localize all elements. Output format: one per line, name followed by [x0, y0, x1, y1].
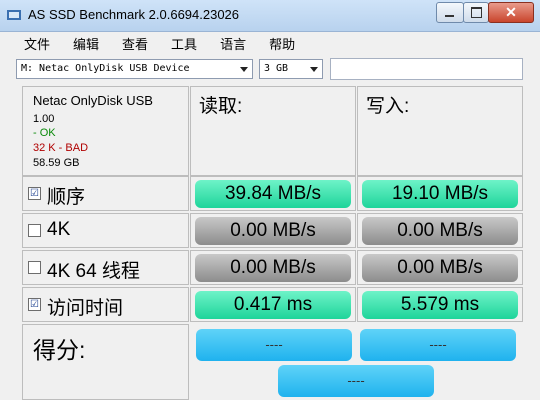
- 4k64-write-cell: 0.00 MB/s: [357, 250, 523, 285]
- seq-label: 顺序: [47, 187, 86, 208]
- score-total: ----: [278, 365, 434, 397]
- test-row-seq: ☑ 顺序: [22, 176, 189, 211]
- 4k64-label: 4K 64 线程: [47, 261, 140, 282]
- 4k-write-value: 0.00 MB/s: [362, 217, 518, 245]
- 4k64-write-value: 0.00 MB/s: [362, 254, 518, 282]
- seq-write-cell: 19.10 MB/s: [357, 176, 523, 211]
- minimize-button[interactable]: [436, 2, 464, 23]
- score-label: 得分:: [33, 337, 86, 363]
- 4k-read-value: 0.00 MB/s: [195, 217, 351, 245]
- seq-read-value: 39.84 MB/s: [195, 180, 351, 208]
- menu-edit[interactable]: 编辑: [66, 34, 106, 53]
- device-status-ok: - OK: [33, 127, 56, 139]
- write-column-header: 写入:: [357, 86, 523, 176]
- write-header: 写入:: [366, 96, 410, 117]
- 4k64-read-cell: 0.00 MB/s: [190, 250, 356, 285]
- device-version: 1.00: [33, 113, 55, 125]
- test-row-access: ☑ 访问时间: [22, 287, 189, 322]
- read-header: 读取:: [199, 96, 243, 117]
- as-ssd-window: AS SSD Benchmark 2.0.6694.23026 ✕ 文件 编辑 …: [0, 0, 540, 400]
- menu-view[interactable]: 查看: [115, 34, 155, 53]
- 4k-write-cell: 0.00 MB/s: [357, 213, 523, 248]
- title-bar: AS SSD Benchmark 2.0.6694.23026 ✕: [0, 0, 540, 32]
- device-capacity: 58.59 GB: [33, 157, 80, 169]
- 4k-read-cell: 0.00 MB/s: [190, 213, 356, 248]
- access-read-value: 0.417 ms: [195, 291, 351, 319]
- test-row-4k: 4K: [22, 213, 189, 248]
- minimize-icon: [445, 15, 454, 17]
- maximize-button[interactable]: [463, 2, 489, 23]
- drive-select-value: M: Netac OnlyDisk USB Device: [21, 63, 190, 74]
- access-write-value: 5.579 ms: [362, 291, 518, 319]
- close-icon: ✕: [505, 4, 517, 20]
- 4k64-checkbox[interactable]: [28, 261, 41, 274]
- read-column-header: 读取:: [190, 86, 356, 176]
- menu-bar: 文件 编辑 查看 工具 语言 帮助: [0, 32, 540, 54]
- device-info-panel: Netac OnlyDisk USB 1.00 - OK 32 K - BAD …: [22, 86, 189, 176]
- app-icon: [7, 10, 21, 20]
- device-alignment: 32 K - BAD: [33, 142, 89, 154]
- menu-tools[interactable]: 工具: [164, 34, 204, 53]
- chevron-down-icon: [310, 67, 318, 72]
- 4k-checkbox[interactable]: [28, 224, 41, 237]
- test-row-4k64: 4K 64 线程: [22, 250, 189, 285]
- access-checkbox[interactable]: ☑: [28, 298, 41, 311]
- chevron-down-icon: [240, 67, 248, 72]
- 4k-label: 4K: [47, 219, 71, 240]
- blank-field[interactable]: [330, 58, 523, 80]
- menu-file[interactable]: 文件: [17, 34, 57, 53]
- close-button[interactable]: ✕: [488, 2, 534, 23]
- device-name: Netac OnlyDisk USB: [33, 93, 153, 108]
- 4k64-read-value: 0.00 MB/s: [195, 254, 351, 282]
- size-select[interactable]: 3 GB: [259, 59, 323, 79]
- drive-select[interactable]: M: Netac OnlyDisk USB Device: [16, 59, 253, 79]
- menu-help[interactable]: 帮助: [262, 34, 302, 53]
- access-write-cell: 5.579 ms: [357, 287, 523, 322]
- score-read: ----: [196, 329, 352, 361]
- seq-write-value: 19.10 MB/s: [362, 180, 518, 208]
- score-panel: 得分:: [22, 324, 189, 400]
- access-read-cell: 0.417 ms: [190, 287, 356, 322]
- maximize-icon: [471, 7, 482, 18]
- seq-checkbox[interactable]: ☑: [28, 187, 41, 200]
- score-write: ----: [360, 329, 516, 361]
- window-title: AS SSD Benchmark 2.0.6694.23026: [28, 7, 240, 22]
- access-label: 访问时间: [47, 298, 124, 319]
- menu-language[interactable]: 语言: [213, 34, 253, 53]
- seq-read-cell: 39.84 MB/s: [190, 176, 356, 211]
